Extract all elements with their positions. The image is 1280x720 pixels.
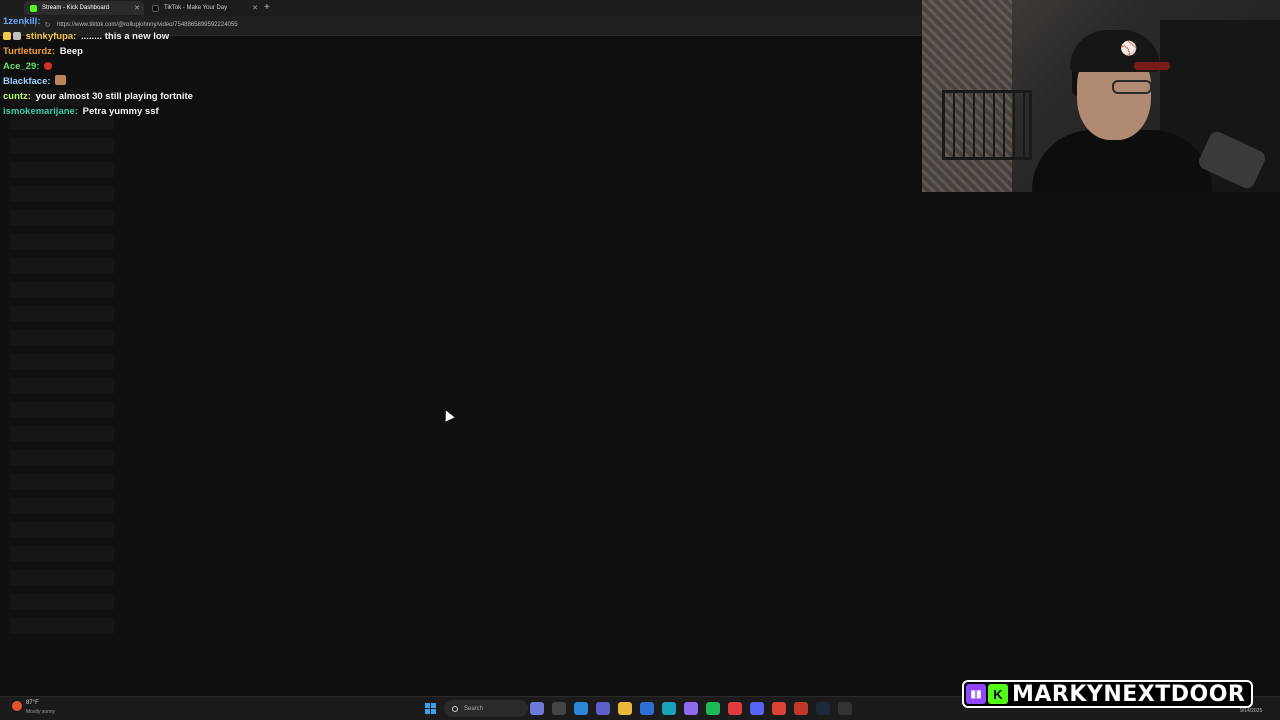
- chat-text: your almost 30 still playing fortnite: [35, 91, 193, 102]
- skeleton-row: [10, 522, 114, 538]
- skeleton-row: [10, 354, 114, 370]
- weather-desc: Mostly sunny: [26, 709, 56, 715]
- cap-brim: [1134, 62, 1170, 70]
- tab-label: Stream - Kick Dashboard: [42, 5, 110, 11]
- glasses: [1112, 80, 1152, 94]
- chat-username: Blackface:: [3, 76, 51, 87]
- sword-icon: [13, 32, 21, 40]
- chat-username: ismokemarijane:: [3, 106, 78, 117]
- search-icon: [452, 705, 458, 712]
- skeleton-row: [10, 234, 114, 250]
- weather-icon[interactable]: [12, 701, 22, 711]
- tab-label: TikTok - Make Your Day: [164, 5, 228, 11]
- edge-icon[interactable]: [662, 702, 676, 715]
- store-icon[interactable]: [640, 702, 654, 715]
- tab-tiktok[interactable]: TikTok - Make Your Day ✕: [146, 1, 262, 15]
- shield-emote-icon: [44, 62, 53, 70]
- skeleton-row: [10, 402, 114, 418]
- skeleton-row: [10, 474, 114, 490]
- new-tab-button[interactable]: +: [264, 2, 270, 13]
- chat-text: Beep: [59, 46, 83, 57]
- la-logo-icon: ⚾: [1120, 40, 1138, 56]
- chrome-icon[interactable]: [772, 702, 786, 715]
- chat-overlay: 1zenkill: stinkyfupa: ........ this a ne…: [3, 14, 403, 119]
- skeleton-row: [10, 378, 114, 394]
- chat-username: cuntz:: [3, 91, 31, 102]
- chat-text: ........ this a new low: [80, 31, 170, 42]
- taskbar-search[interactable]: Search: [444, 700, 528, 717]
- taskbar-date: 9/14/2025: [1240, 708, 1263, 714]
- skeleton-row: [10, 570, 114, 586]
- crown-icon: [3, 32, 11, 40]
- chat-message: ismokemarijane: Petra yummy ssf: [3, 104, 403, 119]
- chat-message: stinkyfupa: ........ this a new low: [3, 29, 403, 44]
- chat-username: Turtleturdz:: [3, 46, 56, 57]
- close-tab-icon[interactable]: ✕: [252, 4, 258, 12]
- skeleton-row: [10, 330, 114, 346]
- twitch-icon: ▮▮: [966, 684, 986, 704]
- chat-username: stinkyfupa:: [25, 31, 77, 42]
- loading-skeleton-list: [10, 40, 114, 642]
- chat-username: Ace_29:: [3, 61, 40, 72]
- skeleton-row: [10, 618, 114, 634]
- skeleton-row: [10, 138, 114, 154]
- skeleton-row: [10, 306, 114, 322]
- folder-icon[interactable]: [618, 702, 632, 715]
- media-icon[interactable]: [794, 702, 808, 715]
- discord-icon[interactable]: [750, 702, 764, 715]
- red-app-icon[interactable]: [728, 702, 742, 715]
- chat-message: Ace_29:: [3, 59, 403, 74]
- search-placeholder: Search: [464, 705, 484, 712]
- spotify-icon[interactable]: [706, 702, 720, 715]
- mouse-cursor-icon: [441, 408, 455, 422]
- chat-message: Turtleturdz: Beep: [3, 44, 403, 59]
- chat-text: Petra yummy ssf: [82, 106, 159, 117]
- kick-icon: K: [988, 684, 1008, 704]
- streamer-brand-banner: ▮▮ K MARKYNEXTDOOR: [962, 680, 1254, 708]
- face-emote-icon: [55, 75, 67, 85]
- chat-message: cuntz: your almost 30 still playing fort…: [3, 89, 403, 104]
- skeleton-row: [10, 498, 114, 514]
- skeleton-row: [10, 546, 114, 562]
- webcam-bedframe: [942, 90, 1032, 160]
- taskbar-apps: [530, 702, 852, 715]
- streamer-name: MARKYNEXTDOOR: [1012, 681, 1246, 707]
- close-tab-icon[interactable]: ✕: [134, 4, 140, 12]
- copilot-icon[interactable]: [574, 702, 588, 715]
- skeleton-row: [10, 450, 114, 466]
- skeleton-row: [10, 282, 114, 298]
- skeleton-row: [10, 162, 114, 178]
- epic-icon[interactable]: [838, 702, 852, 715]
- start-menu-icon[interactable]: [425, 703, 436, 714]
- kick-favicon-icon: [30, 4, 37, 12]
- webcam-feed: ⚾: [922, 0, 1280, 192]
- teams-icon[interactable]: [596, 702, 610, 715]
- steam-icon[interactable]: [816, 702, 830, 715]
- skeleton-row: [10, 426, 114, 442]
- skeleton-row: [10, 258, 114, 274]
- chat-message: Blackface:: [3, 74, 403, 89]
- chat-message: 1zenkill:: [3, 14, 403, 29]
- file-explorer-icon[interactable]: [530, 702, 544, 715]
- task-view-icon[interactable]: [552, 702, 566, 715]
- tiktok-favicon-icon: [152, 4, 159, 12]
- skeleton-row: [10, 186, 114, 202]
- app-icon[interactable]: [684, 702, 698, 715]
- skeleton-row: [10, 594, 114, 610]
- tab-kick-dashboard[interactable]: Stream - Kick Dashboard ✕: [24, 1, 144, 15]
- weather-temp: 87°F: [26, 700, 39, 706]
- skeleton-row: [10, 210, 114, 226]
- chat-username: 1zenkill:: [3, 16, 41, 27]
